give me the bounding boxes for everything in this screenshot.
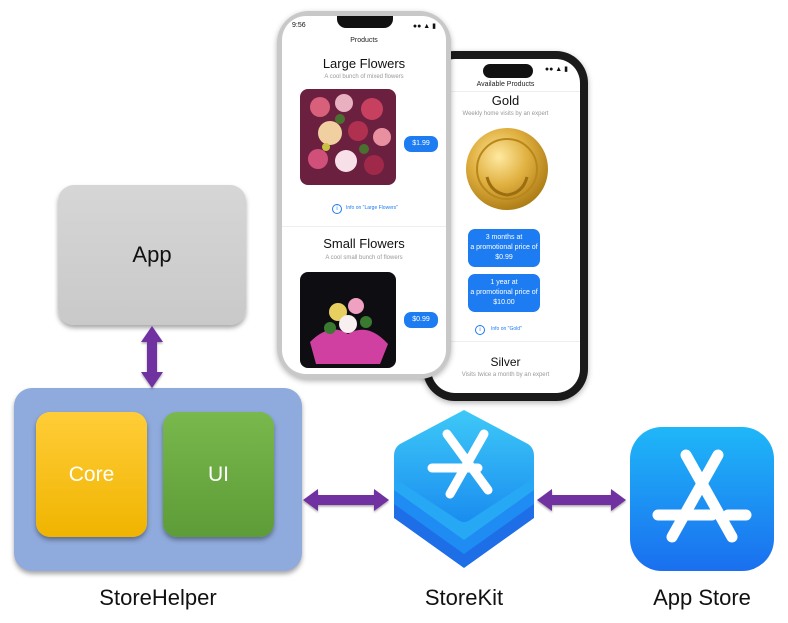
phone-back-screen: 34 ●● ▲ ▮ Available Products Gold Weekly… [431,59,580,393]
status-icons: ●● ▲ ▮ [412,23,436,30]
product-name: Large Flowers [322,56,406,71]
product-name: Gold [491,93,520,108]
offer-3-months-button[interactable]: 3 months at a promotional price of $0.99 [468,229,540,267]
section-divider [431,341,580,342]
dynamic-island [483,64,533,78]
storekit-icon [394,410,534,568]
status-icons: ●● ▲ ▮ [544,66,568,73]
storekit-caption: StoreKit [424,585,504,610]
gold-medal-image [466,128,548,210]
phone-front: 9:56 ●● ▲ ▮ Products Large Flowers A coo… [277,11,451,379]
info-link[interactable]: Info on "Gold" [491,326,522,332]
title-divider [431,91,580,92]
notch [337,16,393,28]
arrow-storekit-appstore [537,489,626,511]
status-time: 9:56 [292,22,306,29]
section-divider [282,226,446,227]
info-icon[interactable]: i [332,204,342,214]
info-link[interactable]: Info on "Large Flowers" [346,205,398,211]
product-description: A cool bunch of mixed flowers [324,74,404,80]
app-store-caption: App Store [653,585,751,610]
small-flowers-image [300,272,396,368]
info-icon[interactable]: i [475,325,485,335]
arrow-app-storehelper [141,326,163,388]
phone-front-screen: 9:56 ●● ▲ ▮ Products Large Flowers A coo… [282,16,446,374]
screen-title: Available Products [476,81,535,88]
product-description: Weekly home visits by an expert [462,111,549,117]
product-description: Visits twice a month by an expert [461,372,550,378]
product-name: Silver [490,355,521,369]
arrow-storehelper-storekit [303,489,389,511]
offer-1-year-button[interactable]: 1 year at a promotional price of $10.00 [468,274,540,312]
product-description: A cool small bunch of flowers [325,255,403,261]
large-flowers-image [300,89,396,185]
buy-large-flowers-button[interactable]: $1.99 [404,136,438,152]
storehelper-caption: StoreHelper [99,585,217,610]
app-store-icon [630,427,774,571]
product-name: Small Flowers [323,236,405,251]
screen-title: Products [350,37,378,44]
buy-small-flowers-button[interactable]: $0.99 [404,312,438,328]
